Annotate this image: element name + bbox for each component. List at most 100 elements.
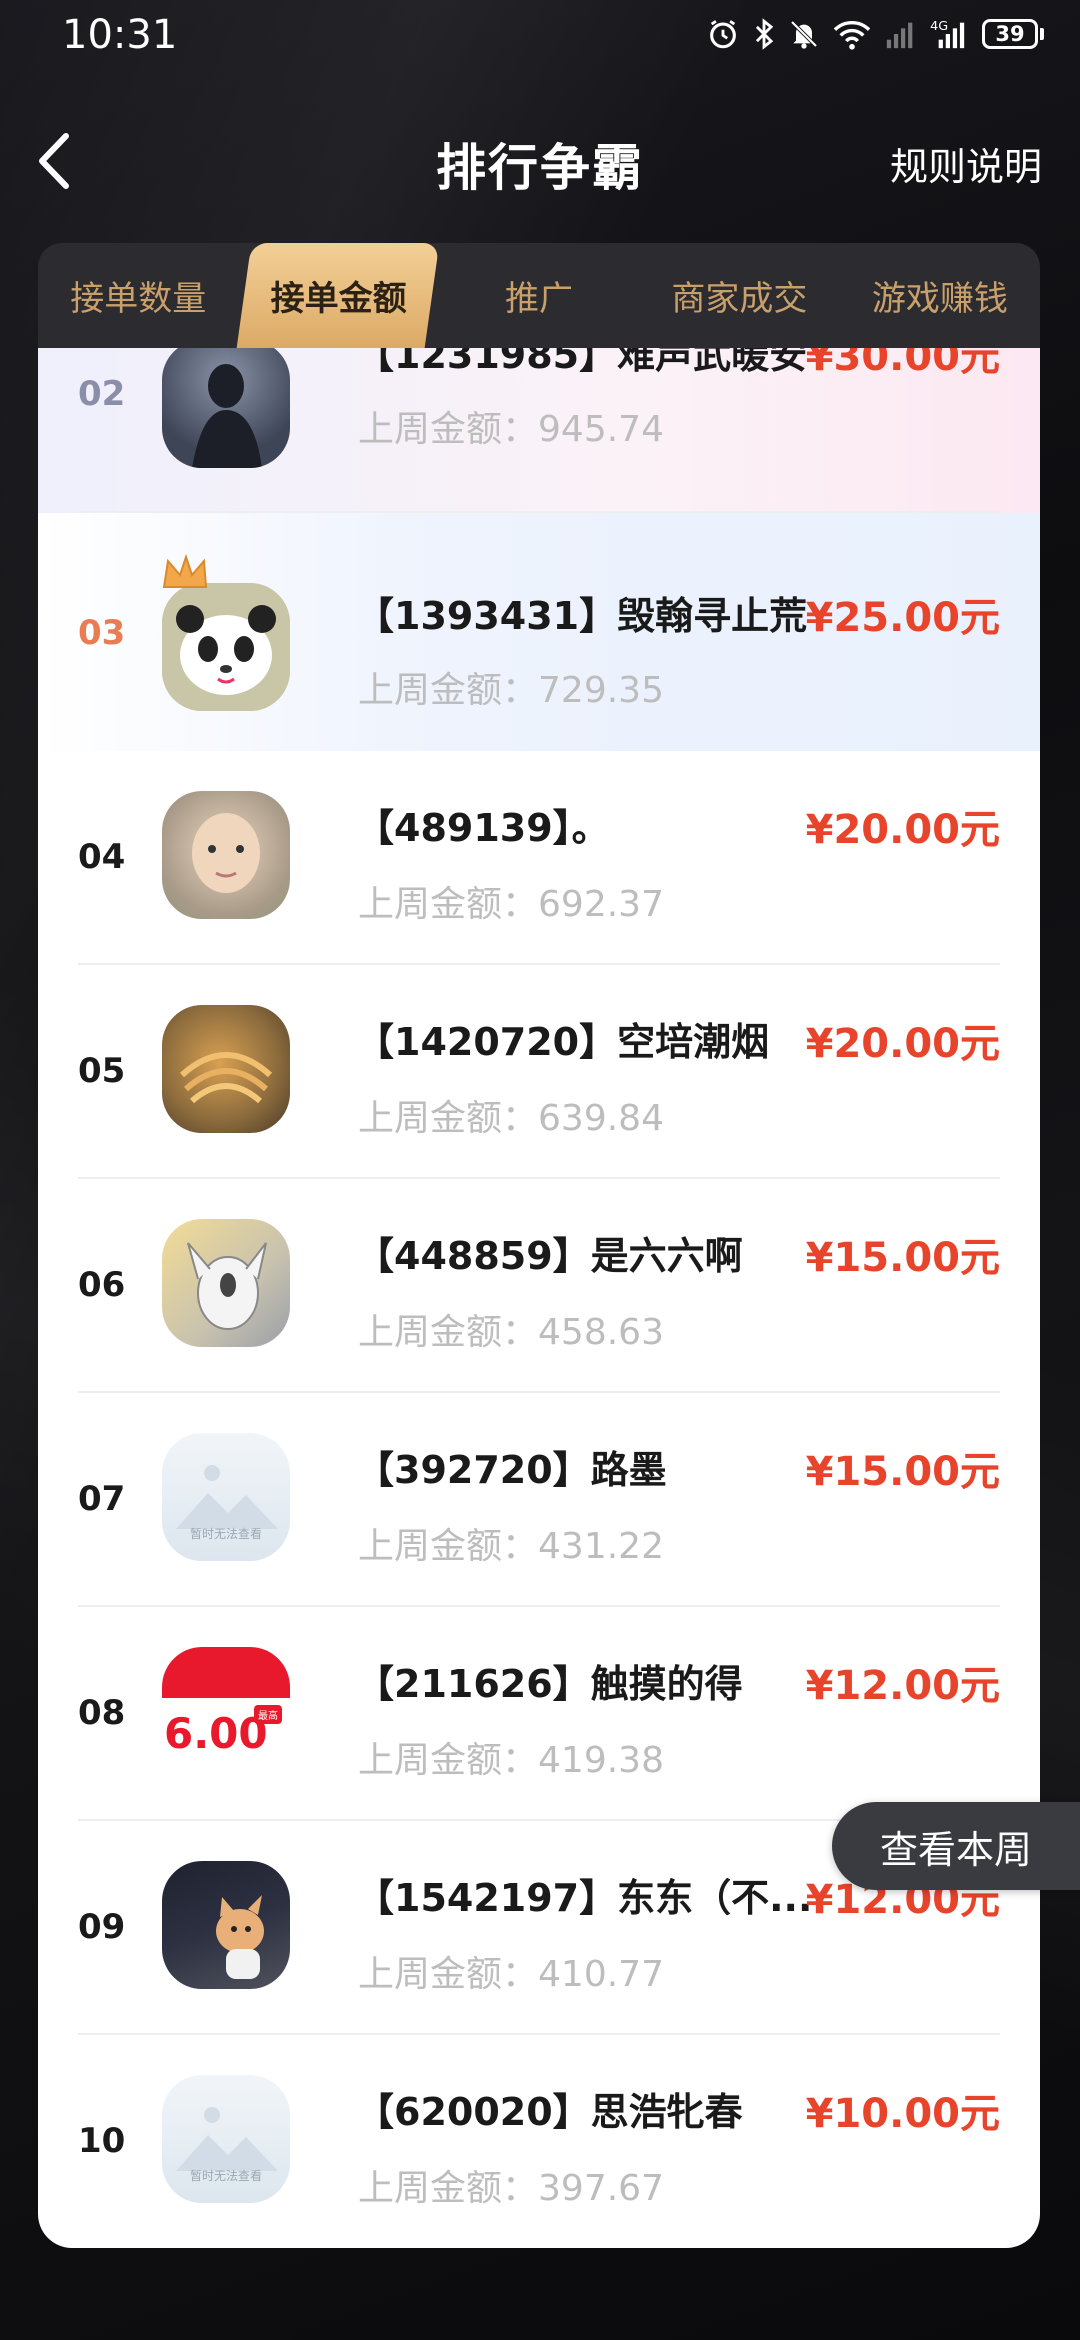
reward-amount: ¥15.00元 [805, 1235, 1000, 1281]
list-item[interactable]: 10 暂时无法查看 【620020】思浩牝春 ¥10.00元 上周金额：397.… [38, 2035, 1040, 2248]
tab-label: 商家成交 [671, 279, 808, 319]
tab-order-amount[interactable]: 接单金额 [238, 243, 438, 348]
noodle-dish-image [179, 1052, 273, 1104]
avatar[interactable] [162, 1219, 290, 1347]
tab-label: 接单金额 [270, 279, 407, 319]
wifi-icon [832, 14, 872, 54]
alarm-icon [706, 14, 740, 54]
user-name: 【1231985】难声武暖安 [356, 348, 808, 377]
tab-merchant-deals[interactable]: 商家成交 [639, 243, 839, 348]
user-name: 【620020】思浩牝春 [356, 2090, 743, 2134]
reward-amount: ¥25.00元 [805, 595, 1000, 641]
user-name: 【392720】路墨 [356, 1448, 667, 1492]
user-name: 【448859】是六六啊 [356, 1234, 743, 1278]
list-item[interactable]: 06 【448859】是六六啊 ¥15.00元 上周金额：458.63 [38, 1179, 1040, 1393]
svg-text:4G: 4G [930, 19, 948, 34]
child-photo-image [192, 813, 260, 893]
list-item[interactable]: 07 暂时无法查看 【392720】路墨 ¥15.00元 上周金额：431.22 [38, 1393, 1040, 1607]
tab-promotion[interactable]: 推广 [439, 243, 639, 348]
panda-image [162, 583, 290, 711]
header: 排行争霸 规则说明 [0, 110, 1080, 210]
avatar[interactable]: 6.00 最高 [162, 1647, 290, 1775]
avatar[interactable] [162, 348, 290, 468]
last-week-value: 639.84 [538, 1098, 664, 1139]
tab-label: 游戏赚钱 [871, 279, 1008, 319]
last-week-amount: 上周金额：410.77 [358, 1945, 664, 1997]
rank-number: 07 [78, 1479, 126, 1519]
rules-link[interactable]: 规则说明 [890, 136, 1042, 191]
user-name: 【489139】。 [356, 806, 610, 850]
category-tabs: 接单数量 接单金额 推广 商家成交 游戏赚钱 [38, 243, 1040, 348]
last-week-value: 945.74 [538, 409, 664, 450]
last-week-value: 397.67 [538, 2168, 664, 2209]
last-week-label: 上周金额： [358, 1954, 539, 1995]
avatar[interactable] [162, 791, 290, 919]
signal-sim1-icon [884, 14, 918, 54]
rank-number: 06 [78, 1265, 126, 1305]
rank-number: 10 [78, 2121, 126, 2161]
last-week-label: 上周金额： [358, 1098, 539, 1139]
last-week-amount: 上周金额：729.35 [358, 661, 664, 713]
avatar-placeholder[interactable]: 暂时无法查看 [162, 2075, 290, 2203]
last-week-amount: 上周金额：431.22 [358, 1517, 664, 1569]
reward-amount: ¥20.00元 [805, 1021, 1000, 1067]
tab-game-earnings[interactable]: 游戏赚钱 [840, 243, 1040, 348]
avatar[interactable] [162, 1005, 290, 1133]
last-week-label: 上周金额： [358, 1526, 539, 1567]
last-week-label: 上周金额： [358, 409, 539, 450]
avatar[interactable] [162, 1861, 290, 1989]
reward-amount: ¥10.00元 [805, 2091, 1000, 2137]
reward-amount: ¥15.00元 [805, 1449, 1000, 1495]
tab-order-count[interactable]: 接单数量 [38, 243, 238, 348]
list-item[interactable]: 03 【1393431】毁翰寻止荒 ¥25.00元 上周金额：729.35 [38, 513, 1040, 751]
avatar-tag: 最高 [254, 1705, 282, 1724]
battery-cap [1040, 28, 1044, 40]
last-week-value: 729.35 [538, 670, 664, 711]
list-item[interactable]: 04 【489139】。 ¥20.00元 上周金额：692.37 [38, 751, 1040, 965]
last-week-label: 上周金额： [358, 1740, 539, 1781]
rank-number: 05 [78, 1051, 126, 1091]
rank-number: 02 [78, 374, 126, 414]
avatar-price-text: 6.00 [164, 1709, 268, 1758]
signal-4g-icon: 4G [930, 14, 970, 54]
user-name: 【211626】触摸的得 [356, 1662, 743, 1706]
silhouette-image [192, 364, 262, 468]
last-week-amount: 上周金额：458.63 [358, 1303, 664, 1355]
last-week-value: 692.37 [538, 884, 664, 925]
last-week-label: 上周金额： [358, 884, 539, 925]
last-week-value: 410.77 [538, 1954, 664, 1995]
last-week-value: 419.38 [538, 1740, 664, 1781]
last-week-label: 上周金额： [358, 670, 539, 711]
view-this-week-button[interactable]: 查看本周 [832, 1802, 1080, 1890]
avatar-placeholder[interactable]: 暂时无法查看 [162, 1433, 290, 1561]
last-week-amount: 上周金额：639.84 [358, 1089, 664, 1141]
user-name: 【1393431】毁翰寻止荒 [356, 594, 808, 638]
cat-in-car-image [216, 1895, 264, 1979]
last-week-value: 458.63 [538, 1312, 664, 1353]
rank-number: 08 [78, 1693, 126, 1733]
battery-indicator: 39 [982, 19, 1044, 49]
user-name: 【1420720】空培潮烟 [356, 1020, 770, 1064]
tab-label: 接单数量 [70, 279, 207, 319]
crown-icon [162, 553, 208, 588]
rank-number: 03 [78, 613, 126, 653]
rank-number: 04 [78, 837, 126, 877]
placeholder-text: 暂时无法查看 [189, 1527, 262, 1541]
placeholder-text: 暂时无法查看 [189, 2169, 262, 2183]
status-time: 10:31 [62, 12, 178, 58]
reward-amount: ¥30.00元 [805, 348, 1000, 380]
last-week-amount: 上周金额：945.74 [358, 400, 664, 452]
reward-amount: ¥20.00元 [805, 807, 1000, 853]
mute-bell-icon [788, 14, 820, 54]
tab-label: 推广 [505, 279, 574, 319]
avatar[interactable] [162, 583, 290, 711]
status-icons: 4G 39 [706, 14, 1044, 54]
reward-amount: ¥12.00元 [805, 1663, 1000, 1709]
last-week-amount: 上周金额：692.37 [358, 875, 664, 927]
list-item[interactable]: 08 6.00 最高 【211626】触摸的得 ¥12.00元 上周金额：419… [38, 1607, 1040, 1821]
bluetooth-icon [752, 14, 776, 54]
list-item[interactable]: 05 【1420720】空培潮烟 ¥20.00元 上周金额：639.84 [38, 965, 1040, 1179]
user-name: 【1542197】东东（不... [356, 1876, 813, 1920]
last-week-label: 上周金额： [358, 1312, 539, 1353]
list-item[interactable]: 02 【1231985】难声武暖安 ¥30.00元 上周金额：945.74 [38, 348, 1040, 513]
